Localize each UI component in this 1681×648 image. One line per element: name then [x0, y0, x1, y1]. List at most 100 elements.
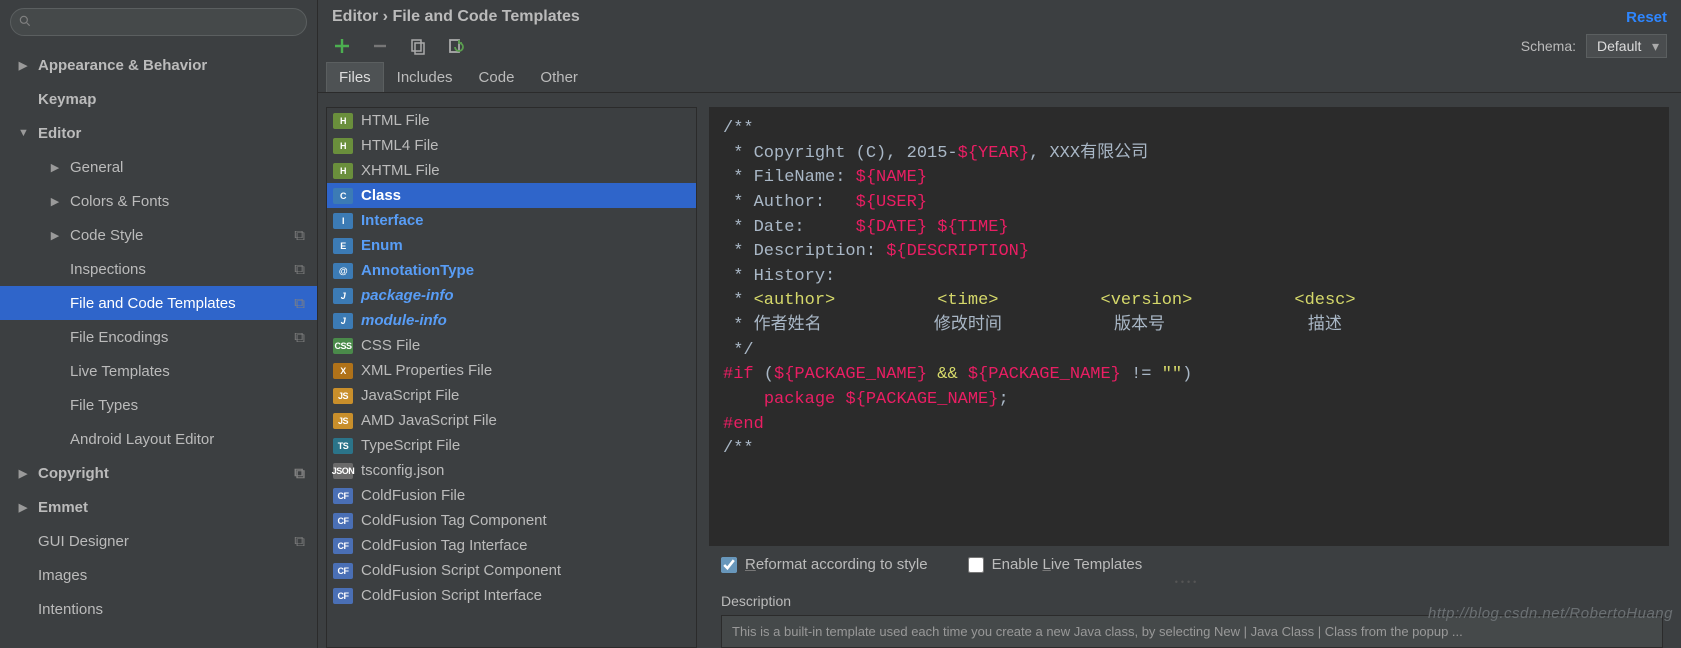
- reformat-checkbox-input[interactable]: [721, 557, 737, 573]
- sidebar-item-copyright[interactable]: ▶Copyright⧉: [0, 456, 317, 490]
- sidebar-item-emmet[interactable]: ▶Emmet: [0, 490, 317, 524]
- template-item-label: Enum: [361, 237, 403, 254]
- template-item-label: package-info: [361, 287, 454, 304]
- template-item[interactable]: EEnum: [327, 233, 696, 258]
- sidebar-item-label: File Types: [70, 397, 138, 414]
- template-item[interactable]: HHTML4 File: [327, 133, 696, 158]
- template-item-label: XHTML File: [361, 162, 440, 179]
- reset-link[interactable]: Reset: [1626, 9, 1667, 26]
- sidebar-item-label: File Encodings: [70, 329, 168, 346]
- scope-icon: ⧉: [294, 261, 305, 278]
- template-item[interactable]: JSONtsconfig.json: [327, 458, 696, 483]
- template-item[interactable]: Jmodule-info: [327, 308, 696, 333]
- sidebar-item-file-types[interactable]: File Types: [0, 388, 317, 422]
- chevron-icon: ▶: [18, 467, 28, 480]
- sidebar-item-label: Keymap: [38, 91, 96, 108]
- sidebar-item-appearance-behavior[interactable]: ▶Appearance & Behavior: [0, 48, 317, 82]
- template-list[interactable]: HHTML FileHHTML4 FileHXHTML FileCClassII…: [326, 107, 696, 648]
- copy-button[interactable]: [406, 34, 430, 58]
- sidebar-item-colors-fonts[interactable]: ▶ Colors & Fonts: [0, 184, 317, 218]
- remove-button[interactable]: [368, 34, 392, 58]
- tab-other[interactable]: Other: [527, 62, 591, 92]
- code-editor[interactable]: /** * Copyright (C), 2015-${YEAR}, XXX有限…: [709, 107, 1669, 546]
- scope-icon: ⧉: [294, 329, 305, 346]
- tab-includes[interactable]: Includes: [384, 62, 466, 92]
- live-templates-checkbox[interactable]: Enable Live Templates: [968, 556, 1143, 573]
- template-item[interactable]: CSSCSS File: [327, 333, 696, 358]
- template-item[interactable]: HXHTML File: [327, 158, 696, 183]
- sidebar-item-inspections[interactable]: Inspections ⧉: [0, 252, 317, 286]
- sidebar-item-label: Android Layout Editor: [70, 431, 214, 448]
- template-item[interactable]: CFColdFusion Tag Interface: [327, 533, 696, 558]
- sidebar-item-label: Intentions: [38, 601, 103, 618]
- sidebar-item-label: General: [70, 159, 123, 176]
- sidebar-item-gui-designer[interactable]: GUI Designer⧉: [0, 524, 317, 558]
- sidebar-item-android-layout-editor[interactable]: Android Layout Editor: [0, 422, 317, 456]
- template-tabs: FilesIncludesCodeOther: [318, 62, 1681, 93]
- add-button[interactable]: [330, 34, 354, 58]
- sidebar-item-code-style[interactable]: ▶Code Style⧉: [0, 218, 317, 252]
- breadcrumb-row: Editor › File and Code Templates Reset: [318, 0, 1681, 32]
- sidebar-item-intentions[interactable]: Intentions: [0, 592, 317, 626]
- search-wrapper: [0, 0, 317, 44]
- search-icon: [18, 14, 32, 28]
- template-item-label: AMD JavaScript File: [361, 412, 497, 429]
- template-item-label: JavaScript File: [361, 387, 459, 404]
- template-item-label: ColdFusion File: [361, 487, 465, 504]
- sidebar-item-general[interactable]: ▶ General: [0, 150, 317, 184]
- template-item-label: AnnotationType: [361, 262, 474, 279]
- template-item[interactable]: IInterface: [327, 208, 696, 233]
- description-label: Description: [697, 587, 1677, 611]
- sidebar-item-label: Inspections: [70, 261, 146, 278]
- file-type-icon: J: [333, 288, 353, 304]
- reformat-label: Reformat according to style: [745, 556, 928, 573]
- template-item[interactable]: JSAMD JavaScript File: [327, 408, 696, 433]
- sidebar-item-keymap[interactable]: Keymap: [0, 82, 317, 116]
- reformat-checkbox[interactable]: Reformat according to style: [721, 556, 928, 573]
- right-panel: /** * Copyright (C), 2015-${YEAR}, XXX有限…: [696, 107, 1677, 648]
- file-type-icon: CF: [333, 563, 353, 579]
- sidebar-item-label: Colors & Fonts: [70, 193, 169, 210]
- chevron-icon: ▼: [18, 127, 28, 139]
- sidebar-item-file-encodings[interactable]: File Encodings ⧉: [0, 320, 317, 354]
- sidebar-item-editor[interactable]: ▼Editor: [0, 116, 317, 150]
- template-item[interactable]: CClass: [327, 183, 696, 208]
- sidebar-item-file-and-code-templates[interactable]: File and Code Templates⧉: [0, 286, 317, 320]
- template-item[interactable]: CFColdFusion Script Interface: [327, 583, 696, 608]
- file-type-icon: C: [333, 188, 353, 204]
- template-item[interactable]: TSTypeScript File: [327, 433, 696, 458]
- file-type-icon: CF: [333, 538, 353, 554]
- template-item[interactable]: Jpackage-info: [327, 283, 696, 308]
- resize-handle[interactable]: ••••: [697, 577, 1677, 587]
- template-item-label: TypeScript File: [361, 437, 460, 454]
- sidebar-item-images[interactable]: Images: [0, 558, 317, 592]
- refresh-button[interactable]: [444, 34, 468, 58]
- sidebar-item-label: Copyright: [38, 465, 109, 482]
- template-item-label: module-info: [361, 312, 447, 329]
- sidebar-item-label: Appearance & Behavior: [38, 57, 207, 74]
- template-item[interactable]: CFColdFusion File: [327, 483, 696, 508]
- settings-sidebar: ▶Appearance & BehaviorKeymap▼Editor▶Gene…: [0, 0, 318, 648]
- tab-files[interactable]: Files: [326, 62, 384, 92]
- toolbar-row: Schema: Default: [318, 32, 1681, 58]
- sidebar-item-live-templates[interactable]: Live Templates: [0, 354, 317, 388]
- template-item-label: HTML4 File: [361, 137, 439, 154]
- chevron-icon: ▶: [50, 161, 60, 174]
- template-item-label: ColdFusion Script Component: [361, 562, 561, 579]
- scope-icon: ⧉: [294, 295, 305, 312]
- template-item[interactable]: @AnnotationType: [327, 258, 696, 283]
- template-item[interactable]: XXML Properties File: [327, 358, 696, 383]
- chevron-icon: ▶: [50, 195, 60, 208]
- file-type-icon: JS: [333, 388, 353, 404]
- tab-code[interactable]: Code: [466, 62, 528, 92]
- settings-tree: ▶Appearance & BehaviorKeymap▼Editor▶Gene…: [0, 44, 317, 626]
- template-item[interactable]: CFColdFusion Tag Component: [327, 508, 696, 533]
- template-item[interactable]: JS JavaScript File: [327, 383, 696, 408]
- sidebar-item-label: Emmet: [38, 499, 88, 516]
- template-item[interactable]: HHTML File: [327, 108, 696, 133]
- search-input[interactable]: [10, 8, 307, 36]
- schema-select[interactable]: Default: [1586, 34, 1667, 58]
- scope-icon: ⧉: [294, 533, 305, 550]
- template-item[interactable]: CF ColdFusion Script Component: [327, 558, 696, 583]
- live-templates-checkbox-input[interactable]: [968, 557, 984, 573]
